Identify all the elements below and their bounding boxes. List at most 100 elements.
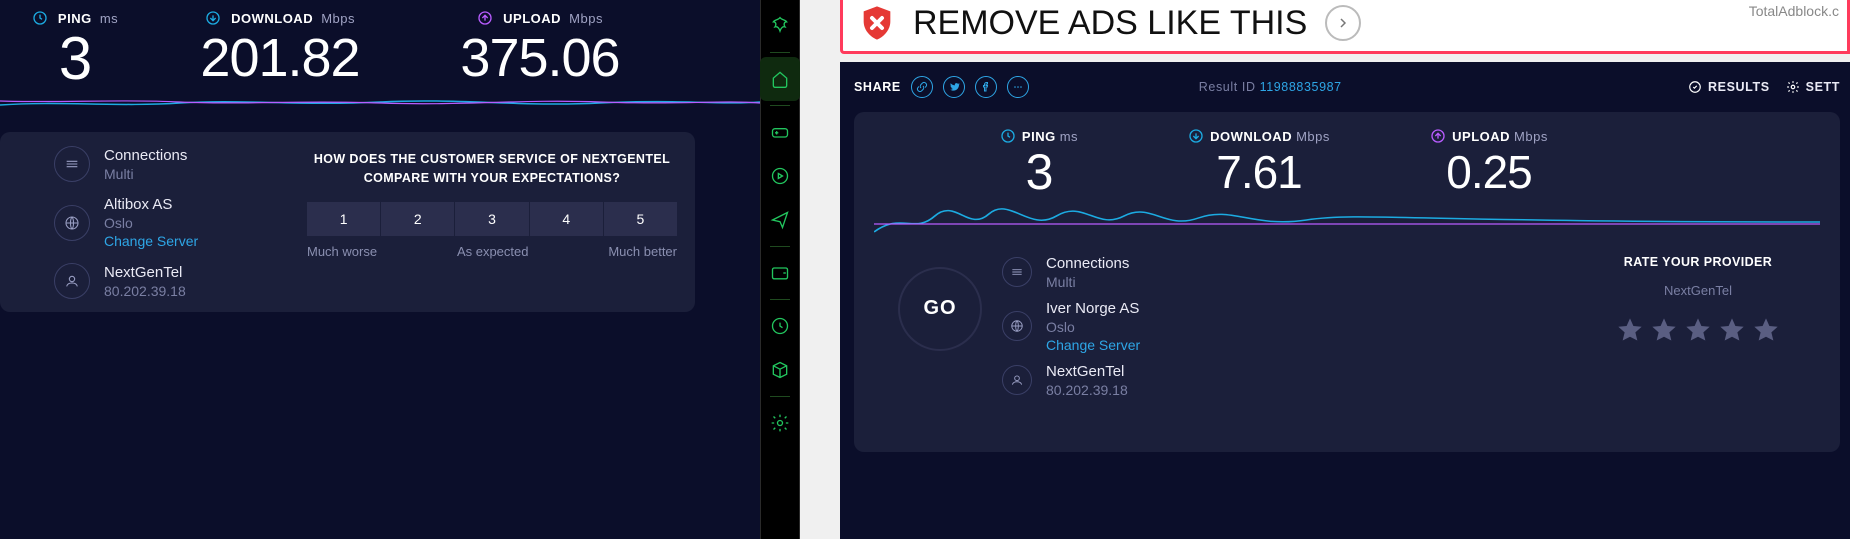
globe-icon [54,205,90,241]
upload-metric: UPLOAD Mbps 375.06 [410,10,670,89]
star-3[interactable] [1684,316,1712,344]
ping-unit: ms [100,11,118,26]
speed-graph [0,89,760,115]
upload-unit: Mbps [569,11,603,26]
user-icon [1002,365,1032,395]
download-metric: DOWNLOADMbps 7.61 [1144,128,1374,198]
download-icon [1188,128,1204,147]
survey-opt-3[interactable]: 3 [455,202,529,236]
isp-ip: 80.202.39.18 [1046,382,1128,398]
isp-ip: 80.202.39.18 [104,283,186,299]
ad-brand: TotalAdblock.c [1749,3,1839,19]
survey-box: HOW DOES THE CUSTOMER SERVICE OF NEXTGEN… [307,150,677,259]
app-sidebar [760,0,800,539]
survey-question: HOW DOES THE CUSTOMER SERVICE OF NEXTGEN… [307,150,677,188]
ping-value: 3 [934,147,1144,197]
results-button[interactable]: RESULTS [1688,80,1770,94]
download-icon [205,10,221,29]
isp-name: NextGenTel [104,264,186,281]
isp-name: NextGenTel [1046,363,1128,380]
share-link-icon[interactable] [911,76,933,98]
user-icon [54,263,90,299]
connections-value: Multi [104,166,187,182]
speed-graph [874,202,1820,238]
download-metric: DOWNLOAD Mbps 201.82 [150,10,410,89]
ad-banner[interactable]: REMOVE ADS LIKE THIS TotalAdblock.c [840,0,1850,54]
server-city: Oslo [1046,319,1140,335]
survey-opt-2[interactable]: 2 [381,202,455,236]
isp-row: NextGenTel 80.202.39.18 [54,263,677,299]
share-label: SHARE [854,80,901,94]
sb-wallet-icon[interactable] [760,251,800,295]
ping-metric: PING ms 3 [0,10,150,89]
connection-card: Connections Multi Altibox AS Oslo Change… [0,132,695,312]
metrics-row: PING ms 3 DOWNLOAD Mbps 201.82 UPLOAD Mb… [0,0,760,89]
survey-label-mid: As expected [457,244,529,259]
settings-button[interactable]: SETT [1786,80,1840,94]
ad-text: REMOVE ADS LIKE THIS [913,4,1307,43]
share-bar: SHARE Result ID11988835987 RESULTS SETT [854,76,1850,98]
sb-razer-icon[interactable] [760,4,800,48]
survey-opt-4[interactable]: 4 [530,202,604,236]
ping-value: 3 [0,29,150,89]
sb-send-icon[interactable] [760,198,800,242]
survey-label-low: Much worse [307,244,377,259]
sb-play-icon[interactable] [760,154,800,198]
connections-value: Multi [1046,274,1129,290]
download-label: DOWNLOAD [231,11,313,26]
download-value: 7.61 [1144,147,1374,198]
connections-label: Connections [1046,255,1129,272]
upload-metric: UPLOADMbps 0.25 [1374,128,1604,198]
isp-row: NextGenTel 80.202.39.18 [1002,363,1140,398]
sb-home-icon[interactable] [760,57,800,101]
connections-row: Connections Multi [1002,255,1140,290]
server-row: Iver Norge AS Oslo Change Server [1002,300,1140,353]
right-speedtest-pane: REMOVE ADS LIKE THIS TotalAdblock.c SHAR… [800,0,1850,539]
share-facebook-icon[interactable] [975,76,997,98]
result-id-value[interactable]: 11988835987 [1260,80,1342,94]
download-value: 201.82 [150,29,410,88]
globe-icon [1002,311,1032,341]
result-id: Result ID11988835987 [1199,80,1342,94]
go-button[interactable]: GO [898,267,982,351]
upload-value: 0.25 [1374,147,1604,198]
result-card: PINGms 3 DOWNLOADMbps 7.61 UPLOADMbps 0.… [854,112,1840,452]
star-2[interactable] [1650,316,1678,344]
sb-gear-icon[interactable] [760,401,800,445]
sb-gamepad-icon[interactable] [760,110,800,154]
ad-arrow-icon[interactable] [1325,5,1361,41]
ping-icon [32,10,48,29]
server-name: Altibox AS [104,196,198,213]
change-server-link[interactable]: Change Server [1046,337,1140,353]
survey-opt-1[interactable]: 1 [307,202,381,236]
ping-icon [1000,128,1016,147]
connections-label: Connections [104,147,187,164]
rate-provider-name: NextGenTel [1616,283,1780,298]
upload-label: UPLOAD [503,11,561,26]
connections-icon [54,146,90,182]
server-name: Iver Norge AS [1046,300,1140,317]
share-more-icon[interactable] [1007,76,1029,98]
right-content: SHARE Result ID11988835987 RESULTS SETT … [840,62,1850,539]
change-server-link[interactable]: Change Server [104,233,198,249]
upload-icon [1430,128,1446,147]
rate-title: RATE YOUR PROVIDER [1616,255,1780,269]
shield-x-icon [857,3,897,43]
ping-label: PING [58,11,92,26]
upload-icon [477,10,493,29]
rate-provider-box: RATE YOUR PROVIDER NextGenTel [1616,255,1780,398]
upload-value: 375.06 [410,29,670,88]
connections-icon [1002,257,1032,287]
left-speedtest-pane: PING ms 3 DOWNLOAD Mbps 201.82 UPLOAD Mb… [0,0,760,539]
share-twitter-icon[interactable] [943,76,965,98]
ping-metric: PINGms 3 [934,128,1144,198]
star-1[interactable] [1616,316,1644,344]
sb-clock-icon[interactable] [760,304,800,348]
survey-opt-5[interactable]: 5 [604,202,677,236]
download-unit: Mbps [321,11,355,26]
star-4[interactable] [1718,316,1746,344]
star-5[interactable] [1752,316,1780,344]
server-city: Oslo [104,215,198,231]
sb-box-icon[interactable] [760,348,800,392]
survey-label-high: Much better [608,244,677,259]
